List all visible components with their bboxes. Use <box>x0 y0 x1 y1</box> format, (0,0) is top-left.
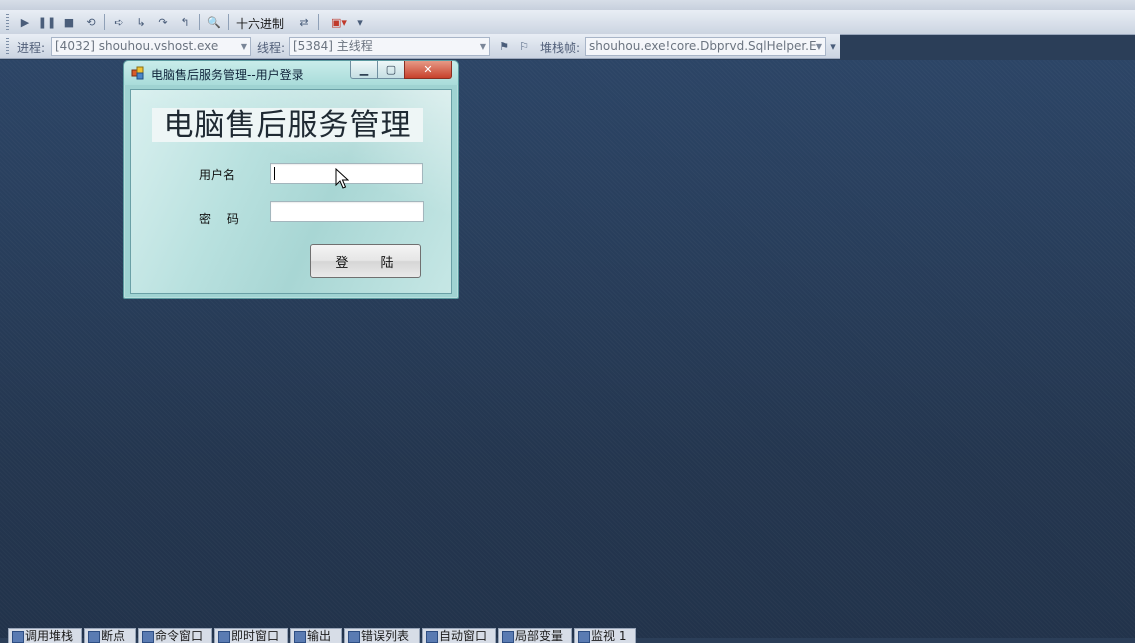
process-label: 进程: <box>17 41 46 55</box>
stop-debugging-icon[interactable]: ■ <box>61 14 77 30</box>
stackframe-select[interactable]: shouhou.exe!core.Dbprvd.SqlHelper.E ▼ <box>585 37 826 56</box>
tool-window-icon <box>218 631 230 643</box>
login-window[interactable]: 电脑售后服务管理--用户登录 ▁ ▢ ✕ 电脑售后服务管理 用户名 密 码 登 … <box>123 60 459 299</box>
minimize-icon: ▁ <box>359 63 369 76</box>
close-icon: ✕ <box>423 63 433 76</box>
toolbar-separator <box>104 14 105 30</box>
password-input[interactable] <box>271 202 423 221</box>
thread-label: 线程: <box>257 41 286 55</box>
bottom-tab[interactable]: 自动窗口 <box>422 628 496 643</box>
password-label: 密 码 <box>199 212 245 226</box>
stackframe-value: shouhou.exe!core.Dbprvd.SqlHelper.E <box>589 39 817 53</box>
tool-window-icon <box>578 631 590 643</box>
bottom-tab-label: 输出 <box>307 629 332 643</box>
process-value: [4032] shouhou.vshost.exe <box>55 39 219 53</box>
flag-just-my-code-icon[interactable]: ⚐ <box>516 38 532 54</box>
bottom-tab-label: 即时窗口 <box>231 629 280 643</box>
tool-window-icon <box>12 631 24 643</box>
thread-select[interactable]: [5384] 主线程 ▼ <box>289 37 490 56</box>
toolbar-separator <box>318 14 319 30</box>
app-banner: 电脑售后服务管理 <box>152 108 423 143</box>
chevron-down-icon: ▼ <box>479 42 486 51</box>
bottom-tab[interactable]: 监视 1 <box>574 628 636 643</box>
bottom-tab[interactable]: 命令窗口 <box>138 628 212 643</box>
tool-window-icon <box>502 631 514 643</box>
bottom-tab-label: 调用堆栈 <box>25 629 74 643</box>
bottom-tab-label: 断点 <box>101 629 126 643</box>
tool-window-icon <box>426 631 438 643</box>
flag-threads-icon[interactable]: ⚑ <box>496 38 512 54</box>
tool-window-icon <box>88 631 100 643</box>
hex-display-button[interactable]: 十六进制 <box>236 15 284 32</box>
step-out-icon[interactable]: ↰ <box>177 14 193 30</box>
bottom-tab[interactable]: 输出 <box>290 628 342 643</box>
bottom-tab-label: 自动窗口 <box>439 629 488 643</box>
show-next-statement-icon[interactable]: ➪ <box>111 14 127 30</box>
login-form: 电脑售后服务管理 用户名 密 码 登 陆 <box>130 89 452 294</box>
bottom-tab[interactable]: 错误列表 <box>344 628 420 643</box>
text-caret <box>274 167 275 180</box>
tool-window-icon <box>294 631 306 643</box>
maximize-icon: ▢ <box>385 63 397 76</box>
chevron-down-icon: ▼ <box>240 42 247 51</box>
bottom-tab[interactable]: 即时窗口 <box>214 628 288 643</box>
login-button[interactable]: 登 陆 <box>310 244 421 278</box>
bottom-tab-label: 监视 1 <box>591 629 627 643</box>
window-title: 电脑售后服务管理--用户登录 <box>151 68 304 82</box>
toolbar-options-chevron-icon[interactable]: ▾ <box>355 14 365 30</box>
minimize-button[interactable]: ▁ <box>350 61 378 79</box>
thread-value: [5384] 主线程 <box>293 39 373 53</box>
quick-watch-icon[interactable]: 🔍 <box>206 14 222 30</box>
bottom-tab[interactable]: 调用堆栈 <box>8 628 82 643</box>
debug-toolbar: ▶ ❚❚ ■ ⟲ ➪ ↳ ↷ ↰ 🔍 十六进制 ⇄ ▣▾ ▾ <box>0 10 1135 35</box>
password-field[interactable] <box>270 201 424 222</box>
app-icon <box>131 66 144 80</box>
stackframe-label: 堆栈帧: <box>540 41 581 55</box>
debug-location-toolbar: 进程: [4032] shouhou.vshost.exe ▼ 线程: [538… <box>0 34 840 59</box>
maximize-button[interactable]: ▢ <box>377 61 405 79</box>
mouse-pointer-icon <box>335 168 349 189</box>
toolbar-separator <box>199 14 200 30</box>
process-select[interactable]: [4032] shouhou.vshost.exe ▼ <box>51 37 251 56</box>
continue-icon[interactable]: ▶ <box>17 14 33 30</box>
window-titlebar[interactable]: 电脑售后服务管理--用户登录 ▁ ▢ ✕ <box>124 61 458 85</box>
toolbar-grip[interactable] <box>6 14 9 30</box>
chevron-down-icon: ▼ <box>815 42 822 51</box>
toolbar-separator <box>228 14 229 30</box>
bottom-tab-label: 局部变量 <box>515 629 564 643</box>
break-all-icon[interactable]: ❚❚ <box>38 14 56 30</box>
tool-window-icon <box>348 631 360 643</box>
step-over-icon[interactable]: ↷ <box>155 14 171 30</box>
username-label: 用户名 <box>199 168 236 182</box>
bottom-tab-label: 命令窗口 <box>155 629 204 643</box>
bottom-tab[interactable]: 断点 <box>84 628 136 643</box>
bottom-tab[interactable]: 局部变量 <box>498 628 572 643</box>
threads-icon[interactable]: ⇄ <box>296 14 312 30</box>
toolbar-options-chevron-icon[interactable]: ▾ <box>828 38 838 54</box>
bottom-tab-label: 错误列表 <box>361 629 410 643</box>
breakpoints-window-icon[interactable]: ▣▾ <box>325 14 353 30</box>
toolbar-grip[interactable] <box>6 38 9 54</box>
tool-window-icon <box>142 631 154 643</box>
restart-icon[interactable]: ⟲ <box>83 14 99 30</box>
step-into-icon[interactable]: ↳ <box>133 14 149 30</box>
close-button[interactable]: ✕ <box>404 61 452 79</box>
